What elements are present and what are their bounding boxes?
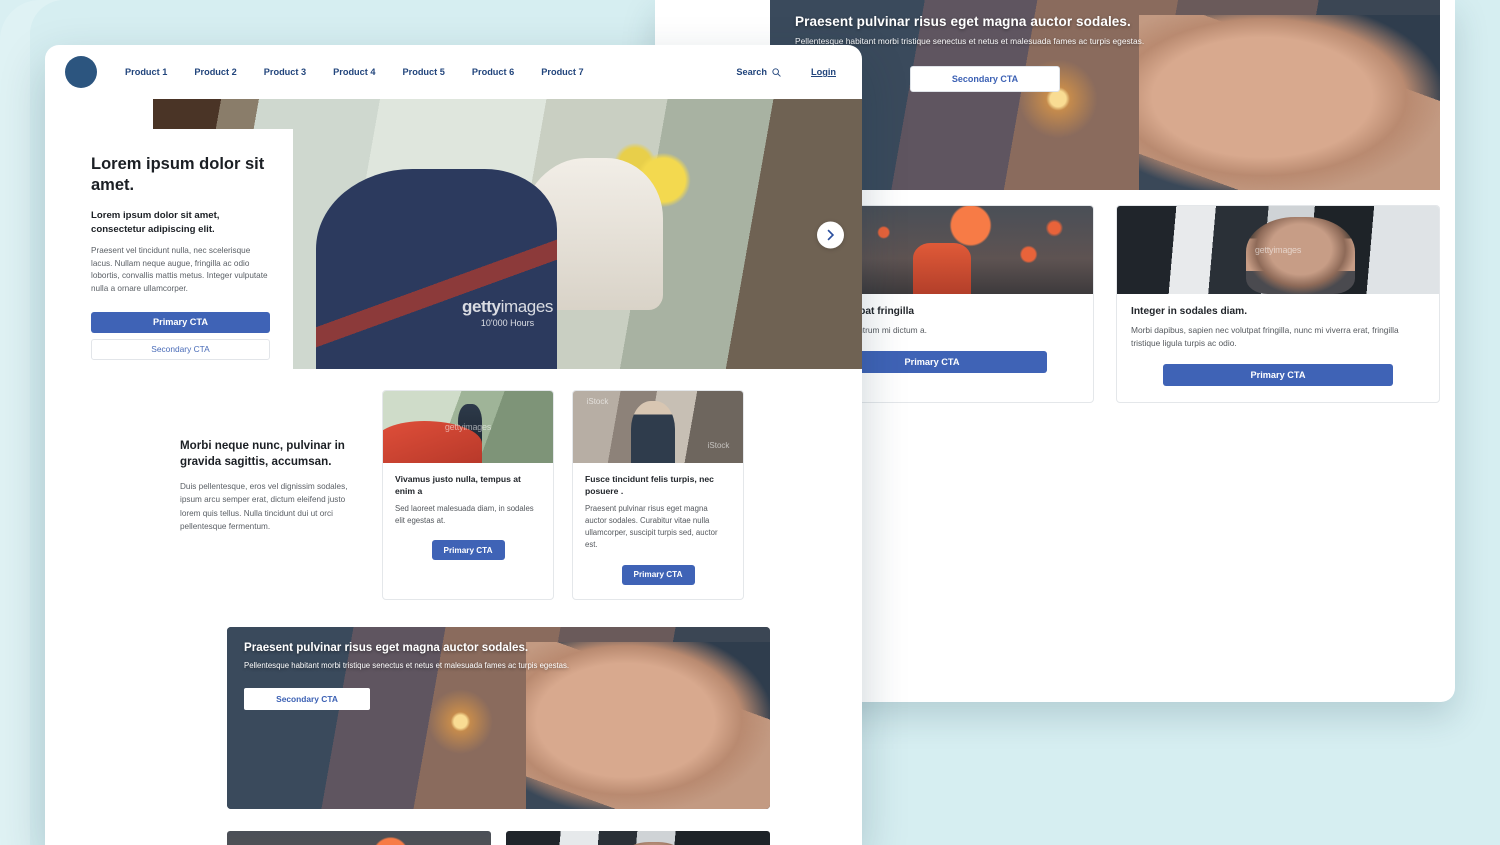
card-body: Integer in sodales diam. Morbi dapibus, … — [1117, 294, 1439, 402]
card-title: Fusce tincidunt felis turpis, nec posuer… — [585, 474, 714, 496]
search-label: Search — [736, 67, 767, 77]
card-primary-cta[interactable]: Primary CTA — [621, 564, 695, 585]
woman-with-glasses-photo — [506, 831, 770, 845]
card-primary-cta[interactable]: Primary CTA — [1163, 364, 1393, 387]
hero-carousel[interactable]: gettyimages 10'000 Hours Lorem ipsum dol… — [45, 99, 862, 388]
chevron-right-icon — [827, 229, 835, 241]
nav-item-product-5[interactable]: Product 5 — [403, 67, 445, 77]
card-text: Praesent pulvinar risus eget magna aucto… — [585, 504, 718, 550]
promo-secondary-cta[interactable]: Secondary CTA — [244, 688, 370, 710]
card-title: Integer in sodales diam. — [1131, 306, 1248, 317]
nav-links: Product 1 Product 2 Product 3 Product 4 … — [125, 67, 584, 77]
card-title: Vivamus justo nulla, tempus at enim a — [395, 474, 521, 496]
hero-subtitle: Lorem ipsum dolor sit amet, consectetur … — [91, 210, 220, 236]
back-card[interactable]: gettyimages Integer in sodales diam. Mor… — [1116, 205, 1440, 404]
feature-title: Morbi neque nunc, pulvinar in gravida sa… — [180, 439, 345, 468]
navigation-bar: Product 1 Product 2 Product 3 Product 4 … — [45, 45, 862, 99]
istock-watermark: iStock — [707, 441, 730, 451]
feature-card[interactable]: iStock iStock Fusce tincidunt felis turp… — [572, 390, 744, 600]
card-thumbnail: iStock iStock — [573, 391, 743, 463]
promo-banner[interactable]: Praesent pulvinar risus eget magna aucto… — [227, 627, 770, 809]
back-banner-body: Pellentesque habitant morbi tristique se… — [795, 36, 1145, 46]
feature-card-row: gettyimages Vivamus justo nulla, tempus … — [382, 390, 744, 600]
back-card-row: apien nec volutpat fringilla leifend ips… — [770, 205, 1440, 404]
brand-logo-icon[interactable] — [65, 56, 97, 88]
feature-section: Morbi neque nunc, pulvinar in gravida sa… — [45, 390, 862, 600]
bottom-image-row — [227, 831, 770, 845]
lantern-photo — [227, 831, 491, 845]
promo-title: Praesent pulvinar risus eget magna aucto… — [244, 641, 529, 654]
back-promo-banner[interactable]: Praesent pulvinar risus eget magna aucto… — [770, 0, 1440, 190]
feature-text-block: Morbi neque nunc, pulvinar in gravida sa… — [180, 390, 360, 600]
hero-text-card: Lorem ipsum dolor sit amet. Lorem ipsum … — [68, 129, 293, 388]
magnifier-icon — [772, 67, 781, 77]
back-banner-title: Praesent pulvinar risus eget magna aucto… — [795, 14, 1131, 29]
bottom-thumbnail[interactable] — [506, 831, 770, 845]
card-thumbnail: gettyimages — [383, 391, 553, 463]
front-browser-window[interactable]: Product 1 Product 2 Product 3 Product 4 … — [45, 45, 862, 845]
feature-card[interactable]: gettyimages Vivamus justo nulla, tempus … — [382, 390, 554, 600]
card-body: Vivamus justo nulla, tempus at enim a Se… — [383, 463, 553, 574]
nav-item-product-7[interactable]: Product 7 — [541, 67, 583, 77]
card-text: Morbi dapibus, sapien nec volutpat fring… — [1131, 325, 1399, 349]
nav-item-product-6[interactable]: Product 6 — [472, 67, 514, 77]
card-thumbnail: gettyimages — [1117, 206, 1439, 294]
hero-body: Praesent vel tincidunt nulla, nec sceler… — [91, 246, 268, 294]
man-with-red-car-photo — [383, 391, 553, 463]
nav-item-product-1[interactable]: Product 1 — [125, 67, 167, 77]
promo-body: Pellentesque habitant morbi tristique se… — [244, 661, 570, 670]
promo-copy: Praesent pulvinar risus eget magna aucto… — [244, 641, 604, 672]
back-banner-copy: Praesent pulvinar risus eget magna aucto… — [795, 14, 1215, 47]
nav-right-group: Search Login — [736, 67, 836, 77]
nav-item-product-4[interactable]: Product 4 — [333, 67, 375, 77]
nav-item-product-2[interactable]: Product 2 — [194, 67, 236, 77]
card-body: Fusce tincidunt felis turpis, nec posuer… — [573, 463, 743, 599]
hero-primary-cta[interactable]: Primary CTA — [91, 311, 270, 333]
bottom-thumbnail[interactable] — [227, 831, 491, 845]
feature-body: Duis pellentesque, eros vel dignissim so… — [180, 482, 348, 531]
nav-item-product-3[interactable]: Product 3 — [264, 67, 306, 77]
istock-watermark: iStock — [586, 396, 609, 406]
back-banner-secondary-cta[interactable]: Secondary CTA — [910, 66, 1060, 92]
hero-title: Lorem ipsum dolor sit amet. — [91, 155, 265, 194]
card-primary-cta[interactable]: Primary CTA — [431, 540, 505, 561]
card-text: Sed laoreet malesuada diam, in sodales e… — [395, 504, 534, 526]
woman-in-car-photo — [1117, 206, 1439, 294]
hero-secondary-cta[interactable]: Secondary CTA — [91, 338, 270, 360]
search-button[interactable]: Search — [736, 67, 781, 77]
carousel-next-button[interactable] — [817, 221, 844, 249]
login-link[interactable]: Login — [811, 67, 836, 77]
